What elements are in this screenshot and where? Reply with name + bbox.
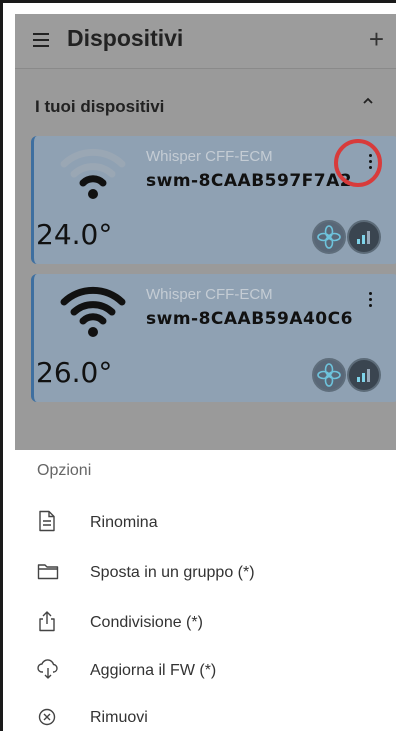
more-options-icon[interactable] xyxy=(369,292,373,308)
fan-icon[interactable] xyxy=(312,358,346,392)
device-serial: swm-8CAAB59A40C6 xyxy=(146,309,353,329)
cloud-download-icon xyxy=(37,658,58,680)
device-serial: swm-8CAAB597F7A2 xyxy=(146,171,353,191)
option-sposta[interactable]: Sposta in un gruppo (*) xyxy=(15,552,396,592)
options-bottom-sheet: Opzioni Rinomina Sposta in un gruppo (*)… xyxy=(15,450,396,731)
share-icon xyxy=(37,610,57,632)
signal-bars-icon[interactable] xyxy=(347,358,381,392)
device-temperature: 24.0° xyxy=(36,218,113,251)
app-bar: Dispositivi + xyxy=(15,14,396,69)
option-label: Rinomina xyxy=(90,514,158,531)
device-card[interactable]: Whisper CFF-ECM swm-8CAAB59A40C6 26.0° xyxy=(31,274,396,402)
sheet-title: Opzioni xyxy=(37,462,92,479)
hamburger-menu-icon[interactable] xyxy=(33,33,49,47)
plus-icon[interactable]: + xyxy=(369,24,384,54)
option-label: Sposta in un gruppo (*) xyxy=(90,564,255,581)
signal-bars-icon[interactable] xyxy=(347,220,381,254)
document-icon xyxy=(37,510,57,532)
device-temperature: 26.0° xyxy=(36,356,113,389)
wifi-signal-icon xyxy=(58,280,128,340)
option-rimuovi[interactable]: Rimuovi xyxy=(15,697,396,737)
chevron-up-icon[interactable] xyxy=(362,94,374,112)
device-model: Whisper CFF-ECM xyxy=(146,286,273,303)
devices-screen: Dispositivi + I tuoi dispositivi Whisper… xyxy=(15,14,396,450)
option-condivisione[interactable]: Condivisione (*) xyxy=(15,602,396,642)
section-title: I tuoi dispositivi xyxy=(35,97,165,116)
option-aggiorna-fw[interactable]: Aggiorna il FW (*) xyxy=(15,650,396,690)
highlight-circle xyxy=(334,139,382,187)
device-model: Whisper CFF-ECM xyxy=(146,148,273,165)
fan-icon[interactable] xyxy=(312,220,346,254)
remove-circle-icon xyxy=(37,705,57,727)
wifi-signal-icon xyxy=(58,142,128,202)
folder-icon xyxy=(37,560,59,582)
option-rinomina[interactable]: Rinomina xyxy=(15,502,396,542)
option-label: Condivisione (*) xyxy=(90,614,203,631)
page-title: Dispositivi xyxy=(67,25,184,51)
option-label: Rimuovi xyxy=(90,709,148,726)
option-label: Aggiorna il FW (*) xyxy=(90,662,217,679)
